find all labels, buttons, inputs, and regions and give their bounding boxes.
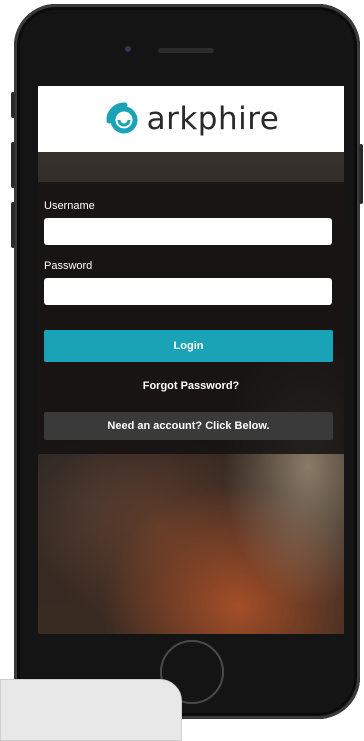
- arkphire-swirl-logo-icon: [106, 102, 138, 134]
- earpiece-speaker: [158, 48, 214, 53]
- login-button[interactable]: Login: [44, 330, 333, 362]
- brand-name: arkphire: [146, 100, 280, 137]
- password-label: Password: [44, 260, 93, 272]
- username-input[interactable]: [44, 218, 332, 245]
- phone-screen: arkphire Username Password Login Forgot …: [38, 86, 344, 634]
- create-account-button[interactable]: Need an account? Click Below.: [44, 412, 333, 440]
- front-camera-icon: [125, 46, 131, 52]
- phone-frame: arkphire Username Password Login Forgot …: [11, 4, 363, 719]
- logo-header: arkphire: [38, 86, 344, 152]
- username-label: Username: [44, 200, 95, 212]
- power-button: [359, 144, 363, 204]
- mute-switch: [11, 92, 15, 118]
- password-input[interactable]: [44, 278, 332, 305]
- volume-down-button: [11, 202, 15, 248]
- volume-up-button: [11, 142, 15, 188]
- overlay-card: [0, 679, 182, 741]
- forgot-password-link[interactable]: Forgot Password?: [38, 380, 344, 392]
